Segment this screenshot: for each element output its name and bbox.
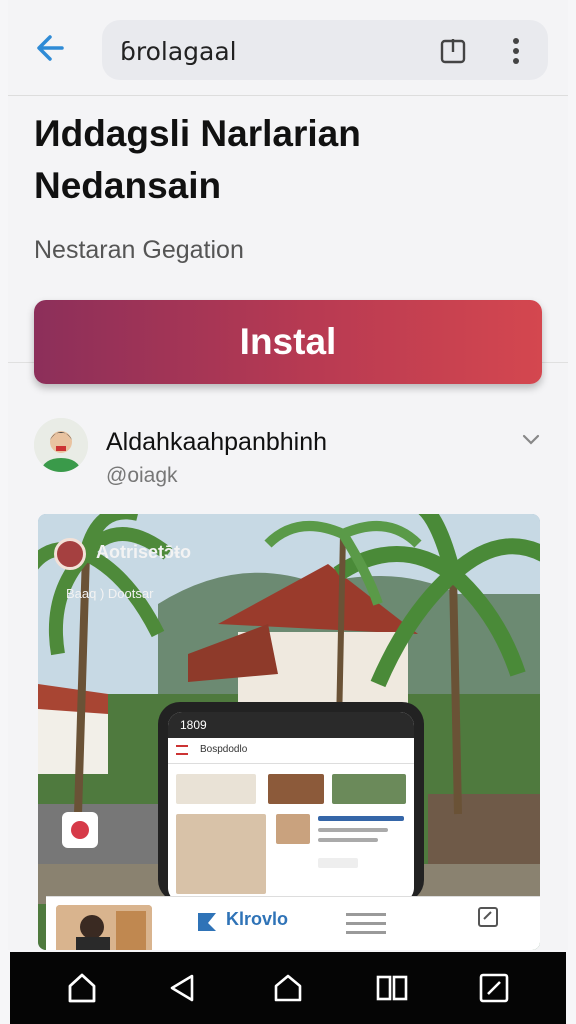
more-vertical-icon[interactable] [508, 36, 524, 66]
brand-name: Klrovlo [226, 909, 289, 929]
phone-app-title: Bospdodlo [200, 744, 248, 755]
phone-screen: 1809 Bospdodlo [168, 712, 414, 902]
recents-icon[interactable] [374, 970, 410, 1006]
developer-name: Aldahkaahpanbhinh [106, 428, 328, 456]
phone-app-header: Bospdodlo [168, 738, 414, 764]
phone-thumb [276, 814, 310, 844]
text-lines-icon [346, 907, 406, 947]
install-button[interactable]: Instal [34, 300, 542, 384]
developer-handle: @oiagk [106, 464, 178, 487]
phone-thumb [176, 774, 256, 804]
phone-thumb [332, 774, 406, 804]
phone-mockup: 1809 Bospdodlo [158, 702, 424, 902]
app-title: Иddagsli Narlarian Nedansain [34, 113, 361, 206]
phone-status-bar: 1809 [168, 712, 414, 738]
phone-thumb [318, 828, 388, 832]
person-photo [56, 905, 152, 950]
home-outline-icon[interactable] [270, 970, 306, 1006]
phone-time: 1809 [180, 718, 207, 732]
system-nav-bar [10, 952, 566, 1024]
badge-subtitle: Baaq ) Dootsar [66, 586, 154, 601]
url-bar[interactable]: ɓrolagaal [102, 20, 548, 80]
back-arrow-icon[interactable] [32, 28, 72, 68]
home-icon[interactable] [64, 970, 100, 1006]
badge-avatar-icon [54, 538, 86, 570]
back-triangle-icon[interactable] [164, 970, 200, 1006]
edit-square-icon[interactable] [476, 970, 512, 1006]
phone-thumb [268, 774, 324, 804]
url-text: ɓrolagaal [120, 37, 237, 66]
hero-bottom-card: Klrovlo [46, 896, 540, 950]
brand-logo-icon [196, 911, 218, 933]
phone-thumb [176, 814, 266, 894]
phone-thumb [318, 858, 358, 868]
record-icon [62, 812, 98, 848]
avatar [34, 418, 88, 472]
badge-title: Aotrisetɔ̄ŧo [96, 542, 192, 562]
phone-thumb [318, 838, 378, 842]
app-subtitle: Nestaran Gegation [34, 236, 244, 264]
share-icon[interactable] [438, 36, 468, 66]
phone-thumb [318, 816, 404, 821]
hero-badge: Aotrisetɔ̄ŧo Baaq ) Dootsar [54, 534, 204, 614]
edit-icon [476, 905, 500, 929]
app-frame: ɓrolagaal Иddagsli Narlarian Nedansain N… [8, 0, 568, 950]
menu-icon [176, 745, 188, 755]
hero-screenshot[interactable]: Aotrisetɔ̄ŧo Baaq ) Dootsar 1809 Bospdod… [38, 514, 540, 950]
browser-toolbar: ɓrolagaal [8, 0, 568, 96]
developer-row[interactable]: Aldahkaahpanbhinh @oiagk [34, 416, 550, 496]
chevron-down-icon[interactable] [520, 428, 542, 450]
